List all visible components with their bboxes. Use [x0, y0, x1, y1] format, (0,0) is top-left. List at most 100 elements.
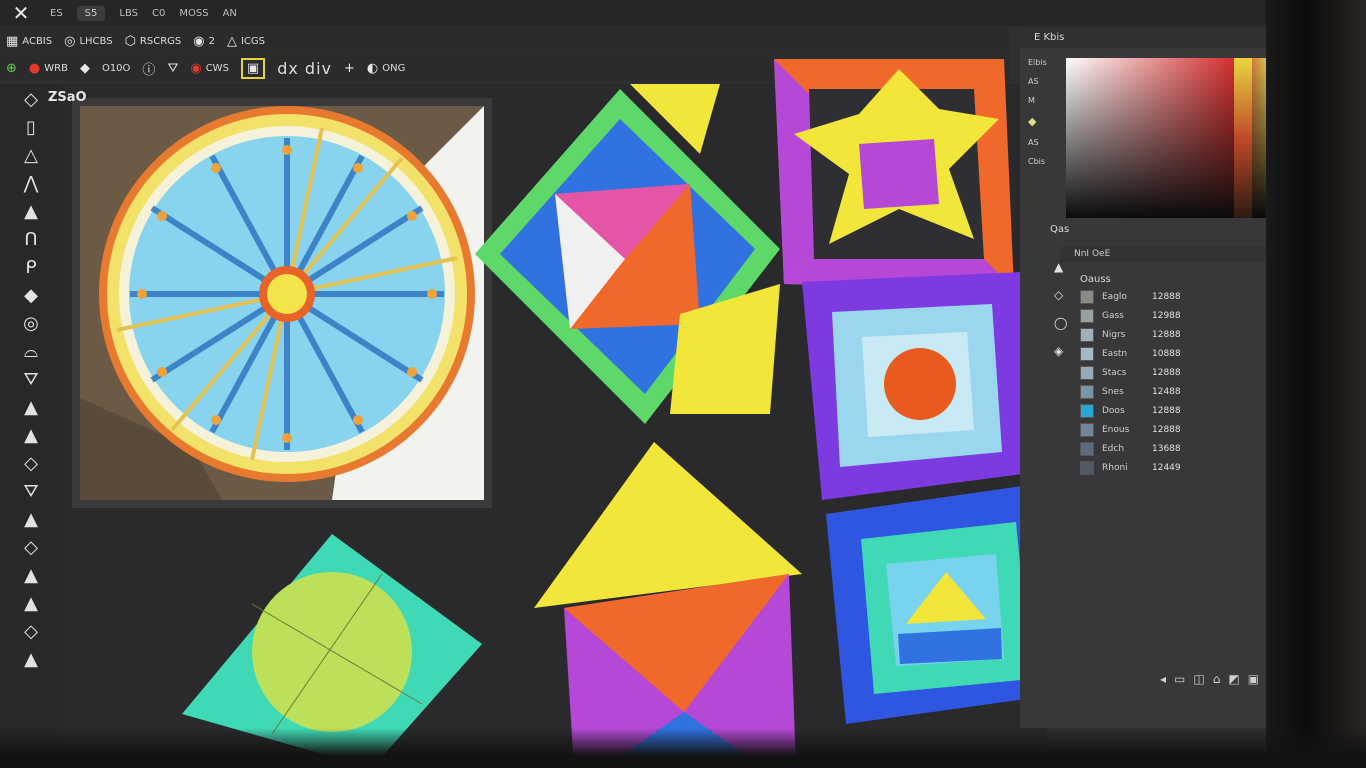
zoom-readout[interactable]: O10O [102, 63, 130, 74]
info-button[interactable]: ⓘ [142, 59, 155, 78]
artwork-star[interactable] [774, 59, 1014, 289]
artwork-diamond[interactable] [470, 84, 790, 434]
menu-item-2[interactable]: LBS [119, 8, 138, 19]
side-label-1[interactable]: Eibis [1028, 58, 1064, 67]
status-icon[interactable]: ◂ [1160, 672, 1166, 687]
snap-button[interactable]: ⊕ [6, 61, 17, 76]
tool-icon[interactable]: ⛛ [11, 368, 51, 392]
status-icon[interactable]: ⌂ [1213, 672, 1221, 687]
tool-icon[interactable]: ▲ [11, 396, 51, 420]
layer-row[interactable]: Doos 12888 [1080, 404, 1280, 418]
diamond-icon[interactable]: ◇ [1054, 288, 1072, 302]
layer-swatch[interactable] [1080, 461, 1094, 475]
status-icon[interactable]: ◩ [1228, 672, 1239, 687]
tool-icon[interactable]: ᑎ [11, 228, 51, 252]
layer-row[interactable]: Snes 12488 [1080, 385, 1280, 399]
shape-button[interactable]: ◆ [80, 61, 90, 76]
menu-item-5[interactable]: AN [223, 8, 237, 19]
text-tool-button[interactable]: dx div [277, 59, 332, 78]
diamond-illustration [475, 84, 780, 424]
tool-icon[interactable]: ◇ [11, 536, 51, 560]
side-label-3[interactable]: M [1028, 96, 1064, 105]
tool-icon[interactable]: ▲ [11, 648, 51, 672]
layer-row[interactable]: Gass 12988 [1080, 309, 1280, 323]
layer-swatch[interactable] [1080, 404, 1094, 418]
status-icon[interactable]: ▭ [1174, 672, 1185, 687]
menu-item-1[interactable]: ES [50, 8, 63, 19]
app-logo-icon[interactable]: ✕ [6, 1, 36, 25]
circle-icon[interactable]: ◯ [1054, 316, 1072, 330]
layer-row[interactable]: Stacs 12888 [1080, 366, 1280, 380]
layers-filter[interactable]: NnI OeE [1060, 246, 1280, 262]
layer-swatch[interactable] [1080, 328, 1094, 342]
tool-icon[interactable]: ◆ [11, 284, 51, 308]
document-tab[interactable]: S5 [76, 5, 106, 21]
layers-panel-header[interactable]: Qas [1050, 224, 1286, 242]
layer-swatch[interactable] [1080, 347, 1094, 361]
properties-panel: E Kbis Eibis AS M ◆ AS Cbis Qas NnI OeE … [1020, 28, 1286, 728]
document-title[interactable]: ZSaO [48, 90, 87, 105]
pen-icon: △ [226, 33, 237, 49]
layer-swatch[interactable] [1080, 366, 1094, 380]
layer-swatch[interactable] [1080, 423, 1094, 437]
side-label-5[interactable]: Cbis [1028, 157, 1064, 166]
layer-name: Eastn [1102, 349, 1128, 359]
tool-icon[interactable]: △ [11, 144, 51, 168]
layer-swatch[interactable] [1080, 385, 1094, 399]
layer-row[interactable]: Eastn 10888 [1080, 347, 1280, 361]
layer-row[interactable]: Enous 12888 [1080, 423, 1280, 437]
layer-row[interactable]: Eaglo 12888 [1080, 290, 1280, 304]
tool-icon[interactable]: ▲ [11, 424, 51, 448]
add-button[interactable]: + [344, 61, 355, 76]
pen-icon[interactable]: ◈ [1054, 344, 1072, 358]
tool-icon[interactable]: ▲ [11, 508, 51, 532]
tool-icon[interactable]: ⋀ [11, 172, 51, 196]
layer-name: Enous [1102, 425, 1130, 435]
tool-icon[interactable]: ◇ [11, 620, 51, 644]
tool-icon[interactable]: ᑭ [11, 256, 51, 280]
star-icon[interactable]: ◆ [1028, 115, 1064, 128]
arrow-icon[interactable]: ▲ [1054, 260, 1072, 274]
artwork-house[interactable] [534, 442, 806, 768]
triangle-button[interactable]: ⛛ [167, 61, 178, 76]
tool-icon[interactable]: ⛛ [11, 480, 51, 504]
tool-option-1[interactable]: ▦ ACBIS [6, 34, 52, 49]
artwork-target[interactable] [802, 272, 1038, 502]
tool-icon[interactable]: ◎ [11, 312, 51, 336]
tool-icon[interactable]: ⌓ [11, 340, 51, 364]
artwork-wheel[interactable] [72, 98, 492, 508]
app-window: ✕ ES S5 LBS C0 MOSS AN ▦ ACBIS ◎ LHCBS ⬡ RS… [0, 0, 1366, 768]
tool-option-3[interactable]: ⬡ RSCRGS [125, 34, 182, 49]
menu-item-3[interactable]: C0 [152, 8, 165, 19]
record-button[interactable]: ● WRB [29, 61, 68, 76]
status-icon[interactable]: ▣ [1248, 672, 1259, 687]
canvas-area[interactable] [62, 59, 1062, 768]
layer-swatch[interactable] [1080, 290, 1094, 304]
side-label-2[interactable]: AS [1028, 77, 1064, 86]
tool-icon[interactable]: ◇ [11, 452, 51, 476]
layer-swatch[interactable] [1080, 309, 1094, 323]
tool-icon[interactable]: ▲ [11, 564, 51, 588]
tool-icon[interactable]: ▯ [11, 116, 51, 140]
hue-slider[interactable] [1234, 58, 1252, 218]
tool-option-2[interactable]: ◎ LHCBS [64, 34, 112, 49]
camera-button[interactable]: ◐ ONG [367, 61, 405, 76]
monitor-bezel-bottom [0, 728, 1366, 768]
tool-icon[interactable]: ▲ [11, 592, 51, 616]
layer-swatch[interactable] [1080, 442, 1094, 456]
layer-name: Stacs [1102, 368, 1127, 378]
side-label-4[interactable]: AS [1028, 138, 1064, 147]
menu-item-4[interactable]: MOSS [179, 8, 208, 19]
layer-row[interactable]: Rhoni 12449 [1080, 461, 1280, 475]
layer-row[interactable]: Edch 13688 [1080, 442, 1280, 456]
status-icon[interactable]: ◫ [1193, 672, 1204, 687]
layer-name: Edch [1102, 444, 1125, 454]
lock-button-selected[interactable]: ▣ [240, 57, 266, 79]
view-button[interactable]: ◉ CWS [190, 61, 229, 76]
tool-icon[interactable]: ◇ [11, 88, 51, 112]
color-panel-header[interactable]: E Kbis [1020, 28, 1286, 48]
tool-icon[interactable]: ▲ [11, 200, 51, 224]
tool-option-4[interactable]: ◉ 2 [193, 34, 215, 49]
tool-option-5[interactable]: △ ICGS [227, 34, 265, 49]
layer-row[interactable]: Nigrs 12888 [1080, 328, 1280, 342]
